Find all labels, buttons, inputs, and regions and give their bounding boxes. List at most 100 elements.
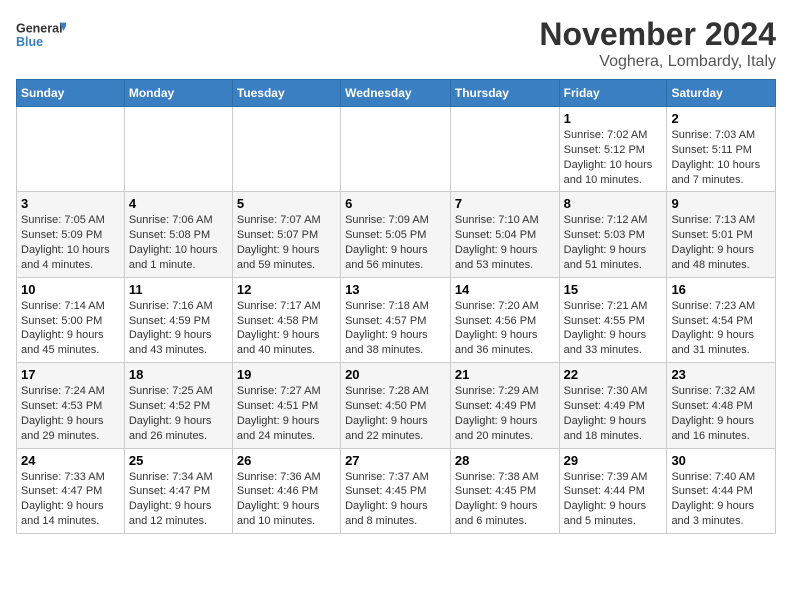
day-cell: 16Sunrise: 7:23 AM Sunset: 4:54 PM Dayli… — [667, 277, 776, 362]
day-cell: 15 Sunrise: 7:21 AM Sunset: 4:55 PM Dayli… — [559, 277, 667, 362]
day-cell: 7 Sunrise: 7:10 AM Sunset: 5:04 PM Daylig… — [450, 192, 559, 277]
day-info: Sunrise: 7:28 AM Sunset: 4:50 PM Dayligh… — [345, 384, 446, 443]
week-row-4: 17 Sunrise: 7:24 AM Sunset: 4:53 PM Dayli… — [17, 363, 776, 448]
day-number: 11 — [129, 282, 228, 297]
day-number: 3 — [21, 196, 120, 211]
week-row-5: 24 Sunrise: 7:33 AM Sunset: 4:47 PM Dayli… — [17, 448, 776, 533]
day-cell: 2 Sunrise: 7:03 AM Sunset: 5:11 PM Daylig… — [667, 107, 776, 192]
day-number: 10 — [21, 282, 120, 297]
day-info: Sunrise: 7:09 AM Sunset: 5:05 PM Dayligh… — [345, 213, 446, 272]
day-number: 26 — [237, 453, 336, 468]
day-info: Sunrise: 7:33 AM Sunset: 4:47 PM Dayligh… — [21, 470, 120, 529]
col-header-saturday: Saturday — [667, 80, 776, 107]
day-info: Sunrise: 7:16 AM Sunset: 4:59 PM Dayligh… — [129, 299, 228, 358]
day-info: Sunrise: 7:38 AM Sunset: 4:45 PM Dayligh… — [455, 470, 555, 529]
day-info: Sunrise: 7:03 AM Sunset: 5:11 PM Dayligh… — [671, 128, 771, 187]
day-info: Sunrise: 7:13 AM Sunset: 5:01 PM Dayligh… — [671, 213, 771, 272]
day-cell: 8 Sunrise: 7:12 AM Sunset: 5:03 PM Daylig… — [559, 192, 667, 277]
day-number: 1 — [564, 111, 663, 126]
location-title: Voghera, Lombardy, Italy — [539, 53, 776, 71]
day-cell: 5Sunrise: 7:07 AM Sunset: 5:07 PM Daylig… — [232, 192, 340, 277]
day-info: Sunrise: 7:06 AM Sunset: 5:08 PM Dayligh… — [129, 213, 228, 272]
day-number: 21 — [455, 367, 555, 382]
day-number: 28 — [455, 453, 555, 468]
day-info: Sunrise: 7:12 AM Sunset: 5:03 PM Dayligh… — [564, 213, 663, 272]
day-cell: 26 Sunrise: 7:36 AM Sunset: 4:46 PM Dayli… — [232, 448, 340, 533]
day-cell: 21 Sunrise: 7:29 AM Sunset: 4:49 PM Dayli… — [450, 363, 559, 448]
day-cell — [341, 107, 451, 192]
day-cell: 28 Sunrise: 7:38 AM Sunset: 4:45 PM Dayli… — [450, 448, 559, 533]
title-area: November 2024 Voghera, Lombardy, Italy — [539, 16, 776, 71]
day-number: 24 — [21, 453, 120, 468]
day-info: Sunrise: 7:18 AM Sunset: 4:57 PM Dayligh… — [345, 299, 446, 358]
day-number: 16 — [671, 282, 771, 297]
day-number: 13 — [345, 282, 446, 297]
col-header-sunday: Sunday — [17, 80, 125, 107]
col-header-tuesday: Tuesday — [232, 80, 340, 107]
day-cell: 9 Sunrise: 7:13 AM Sunset: 5:01 PM Daylig… — [667, 192, 776, 277]
week-row-1: 1 Sunrise: 7:02 AM Sunset: 5:12 PM Daylig… — [17, 107, 776, 192]
day-info: Sunrise: 7:27 AM Sunset: 4:51 PM Dayligh… — [237, 384, 336, 443]
day-number: 14 — [455, 282, 555, 297]
day-number: 17 — [21, 367, 120, 382]
day-cell: 27Sunrise: 7:37 AM Sunset: 4:45 PM Dayli… — [341, 448, 451, 533]
day-number: 4 — [129, 196, 228, 211]
day-number: 19 — [237, 367, 336, 382]
day-info: Sunrise: 7:25 AM Sunset: 4:52 PM Dayligh… — [129, 384, 228, 443]
day-cell: 19 Sunrise: 7:27 AM Sunset: 4:51 PM Dayli… — [232, 363, 340, 448]
day-number: 29 — [564, 453, 663, 468]
day-info: Sunrise: 7:40 AM Sunset: 4:44 PM Dayligh… — [671, 470, 771, 529]
day-number: 8 — [564, 196, 663, 211]
day-number: 22 — [564, 367, 663, 382]
day-cell: 29 Sunrise: 7:39 AM Sunset: 4:44 PM Dayli… — [559, 448, 667, 533]
day-number: 2 — [671, 111, 771, 126]
day-number: 5 — [237, 196, 336, 211]
day-cell: 12Sunrise: 7:17 AM Sunset: 4:58 PM Dayli… — [232, 277, 340, 362]
svg-text:Blue: Blue — [16, 35, 43, 49]
col-header-wednesday: Wednesday — [341, 80, 451, 107]
day-cell: 22 Sunrise: 7:30 AM Sunset: 4:49 PM Dayli… — [559, 363, 667, 448]
day-info: Sunrise: 7:36 AM Sunset: 4:46 PM Dayligh… — [237, 470, 336, 529]
day-info: Sunrise: 7:21 AM Sunset: 4:55 PM Dayligh… — [564, 299, 663, 358]
day-cell: 17 Sunrise: 7:24 AM Sunset: 4:53 PM Dayli… — [17, 363, 125, 448]
day-cell: 4 Sunrise: 7:06 AM Sunset: 5:08 PM Daylig… — [124, 192, 232, 277]
day-cell: 30Sunrise: 7:40 AM Sunset: 4:44 PM Dayli… — [667, 448, 776, 533]
day-cell — [124, 107, 232, 192]
day-cell: 24 Sunrise: 7:33 AM Sunset: 4:47 PM Dayli… — [17, 448, 125, 533]
calendar-table: SundayMondayTuesdayWednesdayThursdayFrid… — [16, 79, 776, 534]
header: General Blue November 2024 Voghera, Lomb… — [16, 16, 776, 71]
day-cell: 18 Sunrise: 7:25 AM Sunset: 4:52 PM Dayli… — [124, 363, 232, 448]
day-number: 18 — [129, 367, 228, 382]
day-info: Sunrise: 7:05 AM Sunset: 5:09 PM Dayligh… — [21, 213, 120, 272]
day-info: Sunrise: 7:30 AM Sunset: 4:49 PM Dayligh… — [564, 384, 663, 443]
day-info: Sunrise: 7:20 AM Sunset: 4:56 PM Dayligh… — [455, 299, 555, 358]
logo: General Blue — [16, 16, 66, 56]
day-info: Sunrise: 7:10 AM Sunset: 5:04 PM Dayligh… — [455, 213, 555, 272]
day-info: Sunrise: 7:34 AM Sunset: 4:47 PM Dayligh… — [129, 470, 228, 529]
day-cell: 6 Sunrise: 7:09 AM Sunset: 5:05 PM Daylig… — [341, 192, 451, 277]
day-info: Sunrise: 7:32 AM Sunset: 4:48 PM Dayligh… — [671, 384, 771, 443]
day-number: 27 — [345, 453, 446, 468]
day-cell: 3 Sunrise: 7:05 AM Sunset: 5:09 PM Daylig… — [17, 192, 125, 277]
day-info: Sunrise: 7:24 AM Sunset: 4:53 PM Dayligh… — [21, 384, 120, 443]
day-info: Sunrise: 7:02 AM Sunset: 5:12 PM Dayligh… — [564, 128, 663, 187]
day-number: 7 — [455, 196, 555, 211]
day-info: Sunrise: 7:14 AM Sunset: 5:00 PM Dayligh… — [21, 299, 120, 358]
day-cell — [17, 107, 125, 192]
day-info: Sunrise: 7:39 AM Sunset: 4:44 PM Dayligh… — [564, 470, 663, 529]
day-cell: 11 Sunrise: 7:16 AM Sunset: 4:59 PM Dayli… — [124, 277, 232, 362]
day-cell: 13 Sunrise: 7:18 AM Sunset: 4:57 PM Dayli… — [341, 277, 451, 362]
day-number: 25 — [129, 453, 228, 468]
day-number: 15 — [564, 282, 663, 297]
svg-text:General: General — [16, 22, 63, 36]
day-number: 9 — [671, 196, 771, 211]
logo-svg: General Blue — [16, 16, 66, 56]
day-cell: 20Sunrise: 7:28 AM Sunset: 4:50 PM Dayli… — [341, 363, 451, 448]
day-number: 6 — [345, 196, 446, 211]
calendar-header-row: SundayMondayTuesdayWednesdayThursdayFrid… — [17, 80, 776, 107]
day-info: Sunrise: 7:29 AM Sunset: 4:49 PM Dayligh… — [455, 384, 555, 443]
day-info: Sunrise: 7:17 AM Sunset: 4:58 PM Dayligh… — [237, 299, 336, 358]
col-header-thursday: Thursday — [450, 80, 559, 107]
day-number: 23 — [671, 367, 771, 382]
day-cell: 10 Sunrise: 7:14 AM Sunset: 5:00 PM Dayli… — [17, 277, 125, 362]
